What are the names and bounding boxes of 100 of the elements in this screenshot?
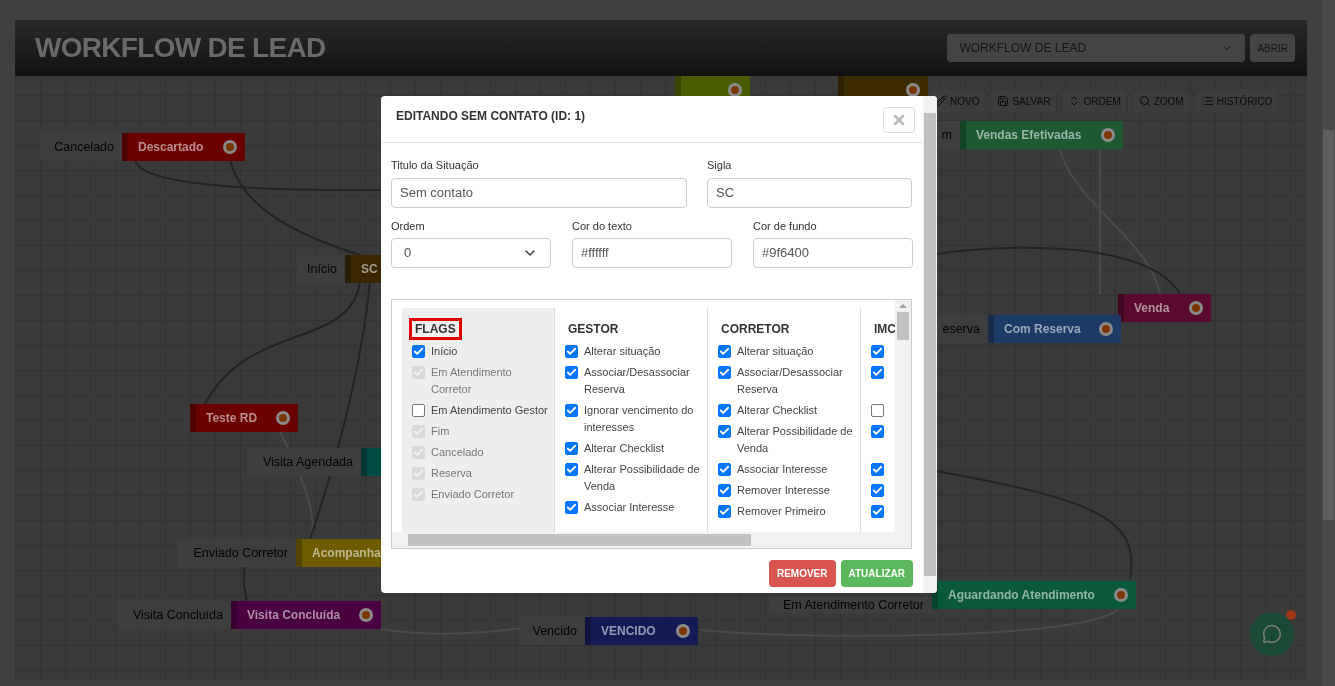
node-title: SC xyxy=(361,261,378,278)
state-label: Visita Agendada xyxy=(247,448,361,476)
checkbox-label: Associar/Desassociar Reserva xyxy=(584,365,691,397)
node-title: Visita Concluída xyxy=(247,607,341,624)
input-field[interactable]: Sem contato xyxy=(391,177,687,208)
checkbox[interactable] xyxy=(871,345,884,358)
node-title: Aguardando Atendimento xyxy=(948,587,1095,604)
state-node[interactable]: VENCIDO xyxy=(585,617,698,645)
checkbox[interactable] xyxy=(871,404,884,417)
close-icon xyxy=(891,112,907,128)
node-title: Com Reserva xyxy=(1004,321,1081,338)
checkbox[interactable] xyxy=(565,404,578,417)
state-node[interactable]: Teste RD xyxy=(190,404,298,432)
input-field[interactable]: SC xyxy=(707,177,912,208)
column-heading: FLAGS xyxy=(409,318,462,340)
checkbox-label: Alterar situação xyxy=(737,344,815,359)
state-label: Em Atendimento Corretor xyxy=(770,597,932,613)
horizontal-scrollbar[interactable] xyxy=(392,532,911,548)
input-field[interactable]: #9f6400 xyxy=(753,238,913,268)
checkbox[interactable] xyxy=(718,345,731,358)
list-icon xyxy=(1201,95,1214,107)
checkbox-label: Em Atendimento Gestor xyxy=(431,403,549,418)
node-handle-icon[interactable] xyxy=(728,83,742,97)
checkbox[interactable] xyxy=(718,505,731,518)
checkbox-label: Remover Primeiro xyxy=(737,504,827,519)
checkbox-label: Associar Interesse xyxy=(737,462,829,477)
column-heading: IMC xyxy=(873,321,895,338)
checkbox-label: Reserva xyxy=(431,466,473,481)
checkbox[interactable] xyxy=(871,484,884,497)
node-handle-icon[interactable] xyxy=(1101,128,1115,142)
field-label: Titulo da Situação xyxy=(391,158,480,173)
node-handle-icon[interactable] xyxy=(676,624,690,638)
dialog-scrollbar[interactable] xyxy=(923,96,937,593)
checkbox[interactable] xyxy=(565,501,578,514)
checkbox[interactable] xyxy=(565,345,578,358)
node-handle-icon[interactable] xyxy=(1114,588,1128,602)
node-handle-icon[interactable] xyxy=(223,140,237,154)
state-node[interactable]: Com Reserva xyxy=(988,315,1121,343)
input-field[interactable]: #ffffff xyxy=(572,238,732,268)
action-button[interactable]: REMOVER xyxy=(768,560,836,587)
checkbox[interactable] xyxy=(871,505,884,518)
checkbox-label: Ignorar vencimento do interesses xyxy=(584,403,695,435)
checkbox[interactable] xyxy=(565,442,578,455)
checkbox[interactable] xyxy=(871,463,884,476)
checkbox-label: Cancelado xyxy=(431,445,485,460)
search-icon xyxy=(1138,95,1151,107)
checkbox[interactable] xyxy=(412,345,425,358)
field-label: Sigla xyxy=(707,158,733,173)
checkbox-label: Associar/Desassociar Reserva xyxy=(737,365,844,397)
node-title: Venda xyxy=(1134,300,1170,317)
state-label: Vencido xyxy=(520,617,585,645)
vertical-scrollbar[interactable] xyxy=(895,300,911,532)
checkbox-label: Alterar Possibilidade de Venda xyxy=(737,424,854,456)
checkbox[interactable] xyxy=(718,404,731,417)
checkbox[interactable] xyxy=(565,366,578,379)
column-heading: GESTOR xyxy=(567,321,620,338)
checkbox-label: Fim xyxy=(431,424,451,439)
pencil-icon xyxy=(935,95,947,107)
checkbox-label: Alterar Checklist xyxy=(737,403,819,418)
node-handle-icon[interactable] xyxy=(1189,301,1203,315)
field-label: Cor de fundo xyxy=(753,218,818,234)
field-label: Cor do texto xyxy=(572,218,633,234)
node-handle-icon[interactable] xyxy=(906,83,920,97)
dialog-title: EDITANDO SEM CONTATO (ID: 1) xyxy=(396,108,586,125)
state-node[interactable]: Descartado xyxy=(122,133,245,161)
state-label: Início xyxy=(297,255,345,283)
checkbox[interactable] xyxy=(718,366,731,379)
state-label: Visita Concluída xyxy=(117,601,231,629)
state-node[interactable]: Vendas Efetivadas xyxy=(960,121,1123,149)
node-handle-icon[interactable] xyxy=(276,411,290,425)
save-icon xyxy=(997,95,1010,107)
checkbox[interactable] xyxy=(412,404,425,417)
node-title: Vendas Efetivadas xyxy=(976,127,1082,144)
node-title: VENCIDO xyxy=(601,623,656,640)
column-heading: CORRETOR xyxy=(720,321,791,338)
checkbox[interactable] xyxy=(718,463,731,476)
checkbox[interactable] xyxy=(718,425,731,438)
page-title: WORKFLOW DE LEAD xyxy=(35,31,326,65)
checkbox-label: Remover Interesse xyxy=(737,483,831,498)
field-label: Ordem xyxy=(391,218,426,234)
checkbox[interactable] xyxy=(718,484,731,497)
checkbox-label: Associar Interesse xyxy=(584,500,676,515)
node-title: Teste RD xyxy=(206,410,258,427)
checkbox[interactable] xyxy=(565,463,578,476)
checkbox-label: Em Atendimento Corretor xyxy=(431,365,513,397)
checkbox-label: Alterar Checklist xyxy=(584,441,666,456)
state-node[interactable]: Venda xyxy=(1118,294,1211,322)
state-node[interactable]: Visita Concluída xyxy=(231,601,381,629)
chat-icon xyxy=(1262,624,1282,644)
node-title: Acompanha xyxy=(312,545,381,562)
checkbox[interactable] xyxy=(871,366,884,379)
action-button[interactable]: ATUALIZAR xyxy=(840,560,913,587)
node-handle-icon[interactable] xyxy=(1099,322,1113,336)
node-title: Descartado xyxy=(138,139,204,156)
checkbox-label: Enviado Corretor xyxy=(431,487,516,502)
order-select[interactable]: 0 xyxy=(391,238,551,268)
checkbox-label: Início xyxy=(431,344,459,359)
node-handle-icon[interactable] xyxy=(359,608,373,622)
state-node[interactable]: Aguardando Atendimento xyxy=(932,581,1136,609)
checkbox[interactable] xyxy=(871,425,884,438)
